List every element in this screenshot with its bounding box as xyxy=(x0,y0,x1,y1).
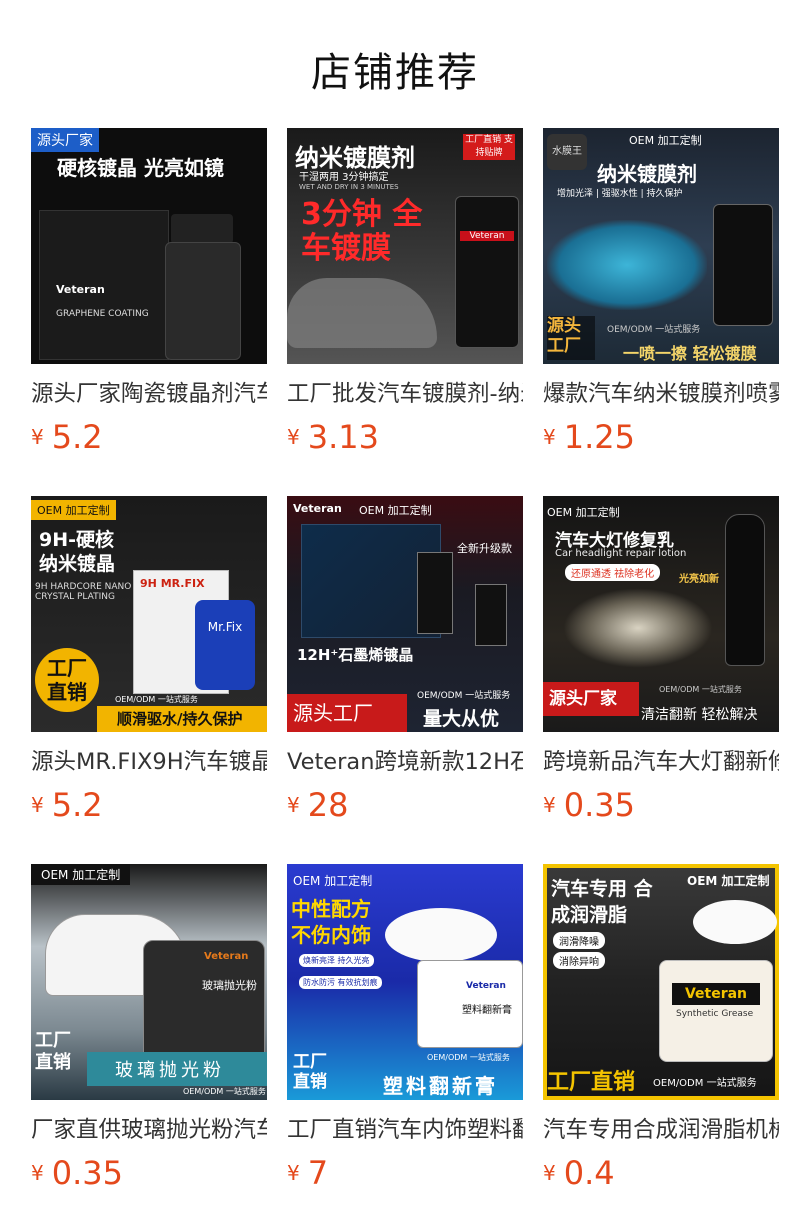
brand-logo: 水膜王 xyxy=(547,134,587,170)
image-headline: 12H⁺石墨烯镀晶 xyxy=(297,646,414,664)
product-price: ¥5.2 xyxy=(31,786,103,824)
product-card[interactable]: OEM 加工定制 9H-硬核 纳米镀晶 9H HARDCORE NANO CRY… xyxy=(31,496,267,824)
product-image[interactable]: OEM 加工定制 9H-硬核 纳米镀晶 9H HARDCORE NANO CRY… xyxy=(31,496,267,732)
image-headline: 纳米镀膜剂 xyxy=(597,162,697,186)
factory-badge: 工厂 直销 xyxy=(35,1030,71,1073)
bottom-slogan: 清洁翻新 轻松解决 xyxy=(641,707,758,723)
image-headline: 汽车专用 合成润滑脂 xyxy=(551,878,653,926)
jar: Veteran Synthetic Grease xyxy=(659,960,773,1062)
product-price: ¥28 xyxy=(287,786,349,824)
bottom-slogan: 工厂直销 xyxy=(547,1070,636,1095)
feature-chip: 消除异响 xyxy=(553,952,605,969)
product-image[interactable]: 汽车专用 合成润滑脂 OEM 加工定制 润滑降噪 消除异响 Veteran Sy… xyxy=(543,864,779,1100)
product-name[interactable]: Veteran跨境新款12H石墨烯 xyxy=(287,744,523,778)
bottle xyxy=(417,552,453,634)
factory-badge: 工厂 直销 xyxy=(293,1052,327,1092)
cream xyxy=(693,900,777,944)
image-headline: 中性配方 不伤内饰 xyxy=(291,897,371,947)
bottle: Mr.Fix xyxy=(195,600,255,690)
product-grid: 源头厂家 硬核镀晶 光亮如镜 Veteran GRAPHENE COATING … xyxy=(0,0,790,1232)
headlight-shape xyxy=(563,588,713,668)
factory-badge: 源头工厂 xyxy=(287,694,407,732)
product-price: ¥1.25 xyxy=(543,418,635,456)
factory-badge: 源头厂家 xyxy=(543,682,639,716)
spray-bottle xyxy=(713,204,773,326)
feature-pill: 还原通透 祛除老化 xyxy=(565,564,661,581)
factory-badge: 工厂 直销 xyxy=(35,648,99,712)
car-shape xyxy=(547,220,707,310)
product-name[interactable]: 工厂批发汽车镀膜剂-纳米 xyxy=(287,376,523,410)
product-box: Veteran GRAPHENE COATING xyxy=(39,210,169,360)
product-card[interactable]: 汽车专用 合成润滑脂 OEM 加工定制 润滑降噪 消除异响 Veteran Sy… xyxy=(543,864,779,1192)
product-image[interactable]: Veteran OEM 加工定制 全新升级款 12H⁺石墨烯镀晶 源头工厂 OE… xyxy=(287,496,523,732)
bottom-slogan: 塑料翻新膏 xyxy=(383,1074,498,1098)
image-headline: 9H-硬核 纳米镀晶 xyxy=(39,529,116,575)
feature-chip: 防水防污 有效抗划痕 xyxy=(299,976,382,989)
product-image[interactable]: OEM 加工定制 Veteran 玻璃抛光粉 工厂 直销 玻璃抛光粉 OEM/O… xyxy=(31,864,267,1100)
bottom-slogan: 顺滑驱水/持久保护 xyxy=(117,710,243,728)
product-price: ¥0.35 xyxy=(31,1154,123,1192)
product-price: ¥7 xyxy=(287,1154,329,1192)
promo-text: 3分钟 全车镀膜 xyxy=(301,197,423,266)
image-tag: 源头厂家 xyxy=(31,128,99,152)
product-card[interactable]: OEM 加工定制 水膜王 纳米镀膜剂 增加光泽 | 强驱水性 | 持久保护 源头… xyxy=(543,128,779,456)
product-image[interactable]: 纳米镀膜剂 干湿两用 3分钟搞定 WET AND DRY IN 3 MINUTE… xyxy=(287,128,523,364)
spray-bottle: Veteran xyxy=(455,196,519,348)
product-name[interactable]: 源头MR.FIX9H汽车镀晶剂 xyxy=(31,744,267,778)
product-image[interactable]: OEM 加工定制 中性配方 不伤内饰 焕新亮泽 持久光亮 防水防污 有效抗划痕 … xyxy=(287,864,523,1100)
bottle xyxy=(475,584,507,646)
product-name[interactable]: 工厂直销汽车内饰塑料翻新 xyxy=(287,1112,523,1146)
feature-chip: 润滑降噪 xyxy=(553,932,605,949)
factory-badge: 源头 工厂 xyxy=(547,316,595,360)
bottom-slogan: 量大从优 xyxy=(423,708,500,730)
product-card[interactable]: OEM 加工定制 Veteran 玻璃抛光粉 工厂 直销 玻璃抛光粉 OEM/O… xyxy=(31,864,267,1192)
product-card[interactable]: OEM 加工定制 汽车大灯修复乳 Car headlight repair lo… xyxy=(543,496,779,824)
product-price: ¥3.13 xyxy=(287,418,379,456)
product-price: ¥0.4 xyxy=(543,1154,615,1192)
feature-chip: 焕新亮泽 持久光亮 xyxy=(299,954,374,967)
jar: Veteran 塑料翻新膏 xyxy=(417,960,523,1048)
product-name[interactable]: 汽车专用合成润滑脂机械 xyxy=(543,1112,779,1146)
product-name[interactable]: 源头厂家陶瓷镀晶剂汽车 xyxy=(31,376,267,410)
product-image[interactable]: OEM 加工定制 水膜王 纳米镀膜剂 增加光泽 | 强驱水性 | 持久保护 源头… xyxy=(543,128,779,364)
bottle xyxy=(165,242,241,360)
product-card[interactable]: Veteran OEM 加工定制 全新升级款 12H⁺石墨烯镀晶 源头工厂 OE… xyxy=(287,496,523,824)
cream xyxy=(385,908,497,962)
product-image[interactable]: 源头厂家 硬核镀晶 光亮如镜 Veteran GRAPHENE COATING xyxy=(31,128,267,364)
bottle xyxy=(725,514,765,666)
product-name[interactable]: 厂家直供玻璃抛光粉汽车 xyxy=(31,1112,267,1146)
corner-badge: 工厂直销 支持贴牌 xyxy=(463,134,515,160)
bottom-slogan: 一喷一擦 轻松镀膜 xyxy=(623,344,757,363)
product-name[interactable]: 爆款汽车纳米镀膜剂喷雾 xyxy=(543,376,779,410)
product-image[interactable]: OEM 加工定制 汽车大灯修复乳 Car headlight repair lo… xyxy=(543,496,779,732)
image-headline: 硬核镀晶 光亮如镜 xyxy=(57,156,224,180)
car-shape xyxy=(287,278,437,348)
product-name[interactable]: 跨境新品汽车大灯翻新修复 xyxy=(543,744,779,778)
bottle-cap xyxy=(171,214,233,244)
product-card[interactable]: OEM 加工定制 中性配方 不伤内饰 焕新亮泽 持久光亮 防水防污 有效抗划痕 … xyxy=(287,864,523,1192)
jar: Veteran 玻璃抛光粉 xyxy=(143,940,265,1062)
product-card[interactable]: 纳米镀膜剂 干湿两用 3分钟搞定 WET AND DRY IN 3 MINUTE… xyxy=(287,128,523,456)
bottom-slogan: 玻璃抛光粉 xyxy=(115,1060,225,1081)
product-card[interactable]: 源头厂家 硬核镀晶 光亮如镜 Veteran GRAPHENE COATING … xyxy=(31,128,267,456)
product-price: ¥0.35 xyxy=(543,786,635,824)
product-price: ¥5.2 xyxy=(31,418,103,456)
